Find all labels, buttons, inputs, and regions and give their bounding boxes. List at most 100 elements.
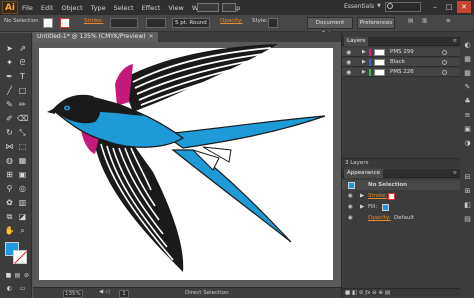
symbol-sprayer-tool-icon[interactable]: ✿	[4, 197, 15, 208]
workspace-switcher[interactable]: Essentials	[344, 3, 374, 10]
graphic-styles-icon[interactable]: ▤	[462, 214, 473, 225]
shape-builder-tool-icon[interactable]: ◍	[4, 155, 15, 166]
maximize-button[interactable]: □	[442, 1, 456, 13]
type-tool-icon[interactable]: T	[17, 71, 28, 82]
eye-icon[interactable]: ◉	[346, 69, 351, 76]
opacity-label[interactable]: Opacity:	[220, 18, 243, 24]
document-tab[interactable]: Untitled-1* @ 135% (CMYK/Preview) ✕	[33, 32, 158, 42]
target-icon[interactable]	[442, 50, 447, 55]
eraser-tool-icon[interactable]: ⌫	[17, 113, 28, 124]
stroke-label[interactable]: Stroke:	[84, 18, 103, 24]
panel-menu-icon[interactable]: ≡	[453, 38, 457, 44]
bridge-button[interactable]	[197, 3, 219, 12]
slice-tool-icon[interactable]: ◪	[17, 211, 28, 222]
perspective-grid-tool-icon[interactable]: ▦	[17, 155, 28, 166]
zoom-tool-icon[interactable]: ⌕	[17, 225, 28, 236]
arrange-icon-2[interactable]: ▥	[422, 18, 427, 24]
symbols-icon[interactable]: ♣	[462, 96, 473, 107]
stroke-color-swatch[interactable]	[60, 18, 70, 28]
selection-tool-icon[interactable]: ➤	[4, 43, 15, 54]
appearance-stroke-row[interactable]: ◉ ▶ Stroke:	[342, 191, 460, 201]
layer-row[interactable]: ◉ ▶ PMS 226	[342, 68, 460, 77]
chevron-down-icon[interactable]: ▼	[377, 3, 381, 9]
fill-color-swatch[interactable]	[43, 18, 53, 28]
panel-menu-icon[interactable]: ≡	[453, 170, 457, 176]
eye-icon[interactable]: ◉	[348, 202, 353, 212]
scale-tool-icon[interactable]: ⤡	[17, 127, 28, 138]
arrange-icon[interactable]: ▤	[408, 18, 413, 24]
layers-tab[interactable]: Layers	[344, 37, 369, 46]
graphic-style-swatch[interactable]	[268, 18, 278, 28]
variable-width-dropdown[interactable]	[146, 18, 166, 28]
pen-tool-icon[interactable]: ✒	[4, 71, 15, 82]
target-icon[interactable]	[442, 60, 447, 65]
align-icon[interactable]: ⊟	[462, 172, 473, 183]
menu-object[interactable]: Object	[57, 4, 86, 12]
layer-name[interactable]: Black	[390, 59, 405, 65]
target-icon[interactable]	[442, 70, 447, 75]
pencil-tool-icon[interactable]: ✏	[17, 99, 28, 110]
fill-swatch[interactable]	[382, 204, 389, 211]
appearance-tab[interactable]: Appearance	[344, 169, 384, 178]
layer-row[interactable]: ◉ ▶ Black	[342, 58, 460, 67]
line-tool-icon[interactable]: ╱	[4, 85, 15, 96]
pathfinder-icon[interactable]: ◧	[462, 200, 473, 211]
layer-name[interactable]: PMS 299	[390, 49, 414, 55]
expand-icon[interactable]: ▶	[362, 69, 366, 75]
appearance-opacity-label[interactable]: Opacity:	[368, 213, 391, 223]
brush-dropdown[interactable]: 5 pt. Round	[172, 18, 210, 28]
transform-icon[interactable]: ⊞	[462, 186, 473, 197]
eye-icon[interactable]: ◉	[346, 59, 351, 66]
status-text[interactable]: Direct Selection	[185, 290, 229, 296]
eye-icon[interactable]: ◉	[348, 191, 353, 201]
blend-tool-icon[interactable]: ◎	[17, 183, 28, 194]
direct-selection-tool-icon[interactable]: ⇗	[17, 43, 28, 54]
expand-icon[interactable]: ▶	[362, 59, 366, 65]
magic-wand-tool-icon[interactable]: ✦	[4, 57, 15, 68]
stroke-swatch[interactable]	[388, 193, 395, 200]
artboard-navigation[interactable]: ◀ ◁	[99, 289, 109, 295]
appearance-fill-label[interactable]: Fill:	[368, 202, 377, 212]
expand-icon[interactable]: ▶	[360, 191, 364, 201]
arrange-documents-button[interactable]	[222, 3, 236, 12]
transparency-icon[interactable]: ◑	[462, 138, 473, 149]
appearance-fill-row[interactable]: ◉ ▶ Fill:	[342, 202, 460, 212]
lasso-tool-icon[interactable]: ᘓ	[17, 57, 28, 68]
rectangle-tool-icon[interactable]: □	[17, 85, 28, 96]
rotate-tool-icon[interactable]: ↻	[4, 127, 15, 138]
color-guide-icon[interactable]: ▦	[462, 54, 473, 65]
menu-select[interactable]: Select	[110, 4, 138, 12]
blob-brush-tool-icon[interactable]: ✐	[4, 113, 15, 124]
menu-view[interactable]: View	[164, 4, 187, 12]
expand-icon[interactable]: ▶	[360, 202, 364, 212]
eye-icon[interactable]: ◉	[346, 49, 351, 56]
zoom-field[interactable]: 135%	[63, 290, 83, 298]
swallow-illustration[interactable]	[33, 42, 341, 287]
close-button[interactable]: ✕	[457, 1, 471, 13]
panel-menu-icon[interactable]: ≡	[446, 18, 451, 24]
appearance-stroke-label[interactable]: Stroke:	[368, 191, 387, 201]
stroke-weight-field[interactable]	[110, 18, 138, 28]
brushes-icon[interactable]: ✎	[462, 82, 473, 93]
layer-name[interactable]: PMS 226	[390, 69, 414, 75]
column-graph-tool-icon[interactable]: ▥	[17, 197, 28, 208]
menu-file[interactable]: File	[18, 4, 37, 12]
artboard-number-field[interactable]: 1	[119, 290, 129, 298]
drawing-mode-icon[interactable]: ◐	[4, 283, 15, 294]
menu-effect[interactable]: Effect	[138, 4, 165, 12]
width-tool-icon[interactable]: ⋈	[4, 141, 15, 152]
expand-icon[interactable]: ▶	[362, 49, 366, 55]
eye-icon[interactable]: ◉	[348, 213, 353, 223]
stroke-swatch[interactable]	[13, 250, 27, 264]
menu-edit[interactable]: Edit	[37, 4, 58, 12]
gradient-tool-icon[interactable]: ▣	[17, 169, 28, 180]
preferences-button[interactable]: Preferences	[357, 17, 395, 29]
none-mode-icon[interactable]: ⊘	[21, 270, 32, 281]
hand-tool-icon[interactable]: ✋	[4, 225, 15, 236]
minimize-button[interactable]: –	[428, 1, 442, 13]
gradient-panel-icon[interactable]: ▣	[462, 124, 473, 135]
artboard-tool-icon[interactable]: ⧉	[4, 211, 15, 222]
close-icon[interactable]: ✕	[149, 33, 154, 40]
appearance-opacity-row[interactable]: ◉ Opacity: Default	[342, 213, 460, 223]
document-setup-button[interactable]: Document Setup	[307, 17, 353, 37]
